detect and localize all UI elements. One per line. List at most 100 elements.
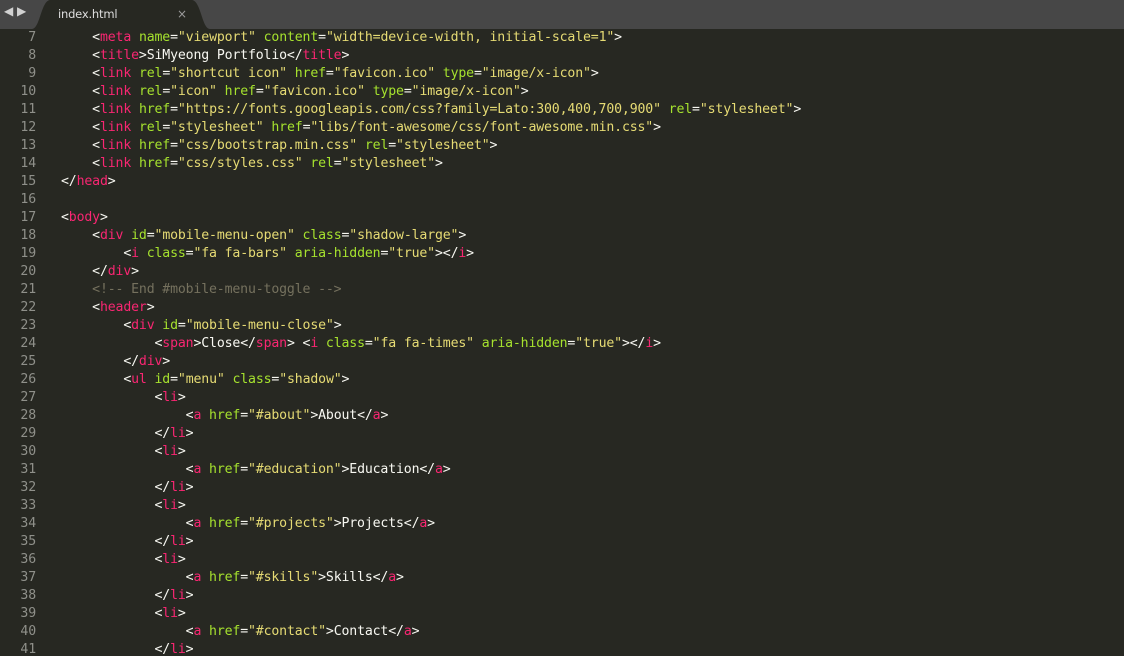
- code-line: 25 </div>: [0, 353, 1124, 371]
- code-text: >: [341, 372, 350, 387]
- code-content: </div>: [61, 353, 170, 371]
- code-text: =: [240, 516, 248, 531]
- code-text: <: [123, 372, 132, 387]
- code-attribute: type: [372, 84, 404, 99]
- code-line: 9 <link rel="shortcut icon" href="favico…: [0, 65, 1124, 83]
- code-string: "stylesheet": [699, 102, 794, 117]
- close-icon[interactable]: ×: [177, 6, 187, 22]
- code-line: 35 </li>: [0, 533, 1124, 551]
- code-string: "favicon.ico": [263, 84, 365, 99]
- code-text: =: [170, 156, 178, 171]
- line-number: 12: [20, 120, 36, 135]
- line-number: 11: [20, 102, 36, 117]
- tab-index-html[interactable]: index.html ×: [32, 0, 210, 29]
- code-text: >: [185, 426, 194, 441]
- code-content: </li>: [61, 479, 193, 497]
- code-text: >: [520, 84, 529, 99]
- line-number: 36: [20, 552, 36, 567]
- code-content: </li>: [61, 425, 193, 443]
- code-text: =: [240, 570, 248, 585]
- code-line: 12 <link rel="stylesheet" href="libs/fon…: [0, 119, 1124, 137]
- forward-arrow-icon[interactable]: ▶: [17, 3, 26, 19]
- line-number: 9: [28, 66, 36, 81]
- code-tag-name: li: [170, 426, 186, 441]
- line-number: 14: [20, 156, 36, 171]
- code-line: 16: [0, 191, 1124, 209]
- code-content: <div id="mobile-menu-close">: [61, 317, 341, 335]
- line-number: 26: [20, 372, 36, 387]
- code-line: 41 </li>: [0, 641, 1124, 656]
- code-attribute: rel: [364, 138, 389, 153]
- code-tag-name: li: [162, 498, 178, 513]
- code-line: 10 <link rel="icon" href="favicon.ico" t…: [0, 83, 1124, 101]
- code-tag-name: link: [99, 66, 132, 81]
- editor-window: ◀ ▶ index.html × 7 <meta name="viewport"…: [0, 0, 1124, 656]
- code-content: <a href="#about">About</a>: [61, 407, 389, 425]
- code-text: </: [92, 264, 108, 279]
- line-number: 41: [20, 642, 36, 656]
- line-number: 16: [20, 192, 36, 207]
- code-line: 24 <span>Close</span> <i class="fa fa-ti…: [0, 335, 1124, 353]
- code-text: >: [107, 174, 116, 189]
- code-tag-name: div: [131, 318, 155, 333]
- code-text: </: [123, 354, 139, 369]
- code-tag-name: link: [99, 138, 132, 153]
- line-number: 23: [20, 318, 36, 333]
- code-attribute: class: [302, 228, 342, 243]
- code-content: <a href="#contact">Contact</a>: [61, 623, 420, 641]
- line-number: 24: [20, 336, 36, 351]
- code-content: <li>: [61, 443, 185, 461]
- code-string: "menu": [177, 372, 225, 387]
- code-text: >: [653, 336, 661, 351]
- line-number: 17: [20, 210, 36, 225]
- code-text: </: [61, 174, 77, 189]
- code-line: 11 <link href="https://fonts.googleapis.…: [0, 101, 1124, 119]
- line-number: 39: [20, 606, 36, 621]
- line-number: 30: [20, 444, 36, 459]
- code-string: "favicon.ico": [333, 66, 435, 81]
- code-string: "image/x-icon": [481, 66, 591, 81]
- line-number: 35: [20, 534, 36, 549]
- line-number: 18: [20, 228, 36, 243]
- code-line: 20 </div>: [0, 263, 1124, 281]
- back-arrow-icon[interactable]: ◀: [4, 3, 13, 19]
- code-tag-name: title: [302, 48, 342, 63]
- code-text: >: [653, 120, 661, 135]
- code-tag-name: link: [99, 102, 132, 117]
- code-text: <: [92, 138, 100, 153]
- line-number: 29: [20, 426, 36, 441]
- code-text: <: [92, 48, 100, 63]
- code-text: >: [442, 462, 451, 477]
- code-text: >: [458, 228, 467, 243]
- tab-bar: ◀ ▶ index.html ×: [0, 0, 1124, 29]
- code-string: "stylesheet": [341, 156, 436, 171]
- code-attribute: href: [209, 570, 241, 585]
- code-attribute: name: [138, 30, 171, 45]
- code-text: >: [177, 390, 186, 405]
- code-string: "css/styles.css": [177, 156, 303, 171]
- code-content: </head>: [61, 173, 116, 191]
- code-content: <link href="css/bootstrap.min.css" rel="…: [61, 137, 497, 155]
- code-content: <link href="css/styles.css" rel="stylesh…: [61, 155, 443, 173]
- code-editor[interactable]: 7 <meta name="viewport" content="width=d…: [0, 29, 1124, 656]
- code-string: "stylesheet": [170, 120, 264, 135]
- code-attribute: href: [209, 516, 241, 531]
- code-string: "mobile-menu-open": [154, 228, 295, 243]
- code-text: <: [92, 228, 100, 243]
- code-text: =: [240, 462, 248, 477]
- code-tag-name: i: [131, 246, 139, 261]
- code-attribute: href: [138, 138, 171, 153]
- line-number: 38: [20, 588, 36, 603]
- code-tag-name: li: [170, 642, 186, 656]
- code-text: =: [364, 336, 373, 351]
- code-string: "fa fa-times": [372, 336, 474, 351]
- line-number: 13: [20, 138, 36, 153]
- code-string: "css/bootstrap.min.css": [177, 138, 358, 153]
- code-tag-name: i: [458, 246, 467, 261]
